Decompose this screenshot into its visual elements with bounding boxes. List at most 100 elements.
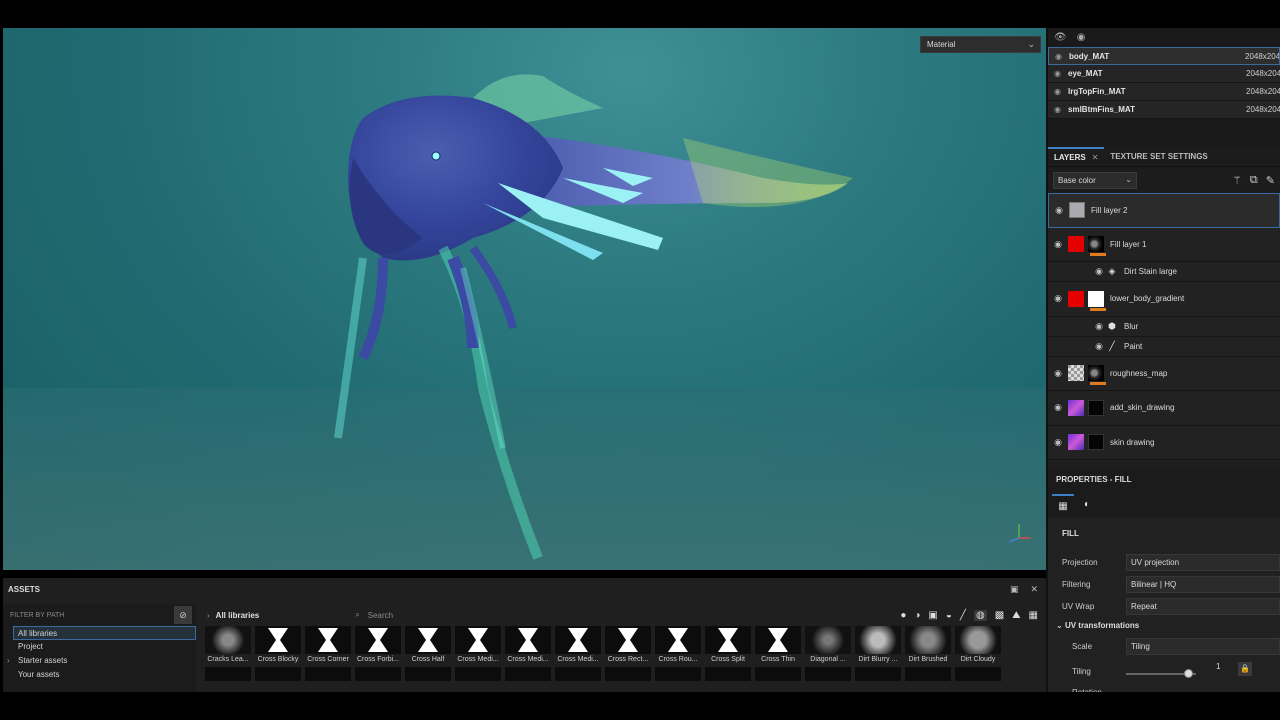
layer-row[interactable]: ◉ add_skin_drawing <box>1048 391 1280 426</box>
slider-handle[interactable] <box>1184 669 1193 678</box>
asset-tile[interactable] <box>205 667 251 681</box>
tiling-value[interactable]: 1 <box>1216 662 1220 671</box>
tree-item-project[interactable]: Project <box>3 640 196 654</box>
texture-set-row[interactable]: ◉ lrgTopFin_MAT 2048x2048 <box>1048 83 1280 101</box>
close-icon[interactable]: ✕ <box>1030 584 1038 595</box>
smart-mask-filter-icon[interactable]: ▣ <box>928 610 937 621</box>
layer-row[interactable]: ◉ roughness_map <box>1048 357 1280 391</box>
close-icon[interactable]: ✕ <box>1092 153 1099 162</box>
asset-tile[interactable]: Cross Medi... <box>505 626 551 665</box>
asset-tile[interactable] <box>255 667 301 681</box>
eye-icon[interactable]: ◉ <box>1048 293 1068 304</box>
visibility-toggle-icon[interactable]: 👁 <box>1054 32 1067 43</box>
grid-view-icon[interactable]: ▦ <box>1029 610 1038 621</box>
brush-filter-icon[interactable]: ╱ <box>960 610 966 621</box>
material-filter-icon[interactable]: ◑ <box>914 610 920 621</box>
asset-tile[interactable]: Cross Rou... <box>655 626 701 665</box>
asset-tile[interactable] <box>355 667 401 681</box>
eye-icon[interactable]: ◉ <box>1092 341 1106 352</box>
uv-transformations-heading[interactable]: ⌄ UV transformations <box>1056 617 1280 635</box>
projection-select[interactable]: UV projection <box>1126 553 1280 571</box>
asset-tile[interactable] <box>855 667 901 681</box>
breadcrumb[interactable]: › All libraries <box>199 611 259 620</box>
mask-effect-row[interactable]: ◉ ╱ Paint <box>1048 337 1280 357</box>
asset-tile[interactable]: Cross Medi... <box>455 626 501 665</box>
asset-tile[interactable]: Cross Thin <box>755 626 801 665</box>
asset-tile[interactable] <box>955 667 1001 681</box>
filtering-select[interactable]: Bilinear | HQ <box>1126 575 1280 593</box>
asset-tile[interactable]: Dirt Cloudy <box>955 626 1001 665</box>
texture-set-row[interactable]: ◉ smlBtmFins_MAT 2048x2048 <box>1048 101 1280 119</box>
eye-icon[interactable]: ◉ <box>1092 321 1106 332</box>
eye-icon[interactable]: ◉ <box>1054 105 1066 114</box>
eye-icon[interactable]: ◉ <box>1048 239 1068 250</box>
asset-tile[interactable] <box>655 667 701 681</box>
asset-tile[interactable] <box>405 667 451 681</box>
add-mask-icon[interactable]: ⧉ <box>1250 174 1258 187</box>
properties-tab-fill[interactable]: ▦ <box>1052 494 1074 516</box>
tiling-slider[interactable]: 1 🔒 <box>1126 660 1280 682</box>
asset-tile[interactable] <box>455 667 501 681</box>
asset-tile[interactable]: Dirt Blurry ... <box>855 626 901 665</box>
material-mode-select[interactable]: Material ⌄ <box>920 36 1041 53</box>
eye-icon[interactable]: ◉ <box>1049 205 1069 216</box>
asset-tile[interactable]: Cross Corner <box>305 626 351 665</box>
eye-icon[interactable]: ◉ <box>1048 402 1068 413</box>
tab-layers[interactable]: LAYERS ✕ <box>1048 146 1105 167</box>
asset-tile[interactable] <box>755 667 801 681</box>
tree-item-all-libraries[interactable]: All libraries <box>13 626 196 640</box>
search-input[interactable]: ⌕ Search <box>355 610 393 620</box>
properties-tab-material[interactable]: ◐ <box>1076 494 1098 516</box>
uvwrap-select[interactable]: Repeat <box>1126 597 1280 615</box>
asset-tile[interactable] <box>305 667 351 681</box>
alpha-filter-icon[interactable]: ◍ <box>973 609 987 621</box>
asset-tile[interactable] <box>605 667 651 681</box>
asset-tile[interactable]: Cross Forbi... <box>355 626 401 665</box>
mask-effect-row[interactable]: ◉ ⬢ Blur <box>1048 317 1280 337</box>
lock-icon[interactable]: 🔒 <box>1238 662 1252 676</box>
maximize-icon[interactable]: ▣ <box>1010 584 1019 595</box>
channel-select[interactable]: Base color ⌄ <box>1053 171 1137 189</box>
eye-icon[interactable]: ◉ <box>1048 368 1068 379</box>
asset-tile[interactable]: Cross Rect... <box>605 626 651 665</box>
texture-set-row[interactable]: ◉ body_MAT 2048x2048 <box>1048 47 1280 65</box>
asset-tile[interactable] <box>905 667 951 681</box>
texture-filter-icon[interactable]: ▩ <box>995 610 1004 621</box>
filter-by-path[interactable]: FILTER BY PATH ⊘ <box>3 604 196 626</box>
environment-filter-icon[interactable]: ⛰ <box>1012 610 1020 621</box>
texture-set-row[interactable]: ◉ eye_MAT 2048x2048 <box>1048 65 1280 83</box>
layer-row[interactable]: ◉ skin drawing <box>1048 426 1280 460</box>
asset-tile[interactable]: Cross Half <box>405 626 451 665</box>
filter-effect-icon[interactable]: ◒ <box>946 610 952 621</box>
smart-material-filter-icon[interactable]: ● <box>900 610 906 621</box>
asset-tile[interactable]: Cross Split <box>705 626 751 665</box>
brush-icon[interactable]: ✎ <box>1266 174 1275 187</box>
asset-tile[interactable]: Dirt Brushed <box>905 626 951 665</box>
mask-effect-row[interactable]: ◉ ◈ Dirt Stain large <box>1048 262 1280 282</box>
magic-wand-icon[interactable]: ⚚ <box>1232 174 1242 187</box>
tab-texture-set-settings[interactable]: TEXTURE SET SETTINGS <box>1104 147 1213 167</box>
asset-tile[interactable]: Diagonal ... <box>805 626 851 665</box>
asset-tile[interactable] <box>505 667 551 681</box>
asset-tile[interactable]: Cross Medi... <box>555 626 601 665</box>
layer-row[interactable]: ◉ lower_body_gradient <box>1048 282 1280 317</box>
eye-icon[interactable]: ◉ <box>1054 69 1066 78</box>
asset-tile[interactable]: Cross Blocky <box>255 626 301 665</box>
layer-row[interactable]: ◉ Fill layer 1 <box>1048 228 1280 262</box>
3d-viewport[interactable]: Material ⌄ <box>3 28 1046 570</box>
asset-tile[interactable] <box>555 667 601 681</box>
eye-icon[interactable]: ◉ <box>1055 52 1067 61</box>
eye-icon[interactable]: ◉ <box>1092 266 1106 277</box>
scale-select[interactable]: Tiling <box>1126 637 1280 655</box>
eye-icon[interactable]: ◉ <box>1048 437 1068 448</box>
asset-tile[interactable]: Cracks Lea... <box>205 626 251 665</box>
layer-row[interactable]: ◉ Fill layer 2 <box>1048 193 1280 228</box>
hide-filter-icon[interactable]: ⊘ <box>174 606 192 624</box>
asset-tile[interactable] <box>805 667 851 681</box>
asset-tile[interactable] <box>705 667 751 681</box>
tree-item-your-assets[interactable]: Your assets <box>3 668 196 682</box>
eye-icon[interactable]: ◉ <box>1054 87 1066 96</box>
chevron-right-icon[interactable]: › <box>7 654 10 668</box>
eye-icon[interactable]: ◉ <box>1077 32 1086 43</box>
tree-item-starter-assets[interactable]: › Starter assets <box>3 654 196 668</box>
